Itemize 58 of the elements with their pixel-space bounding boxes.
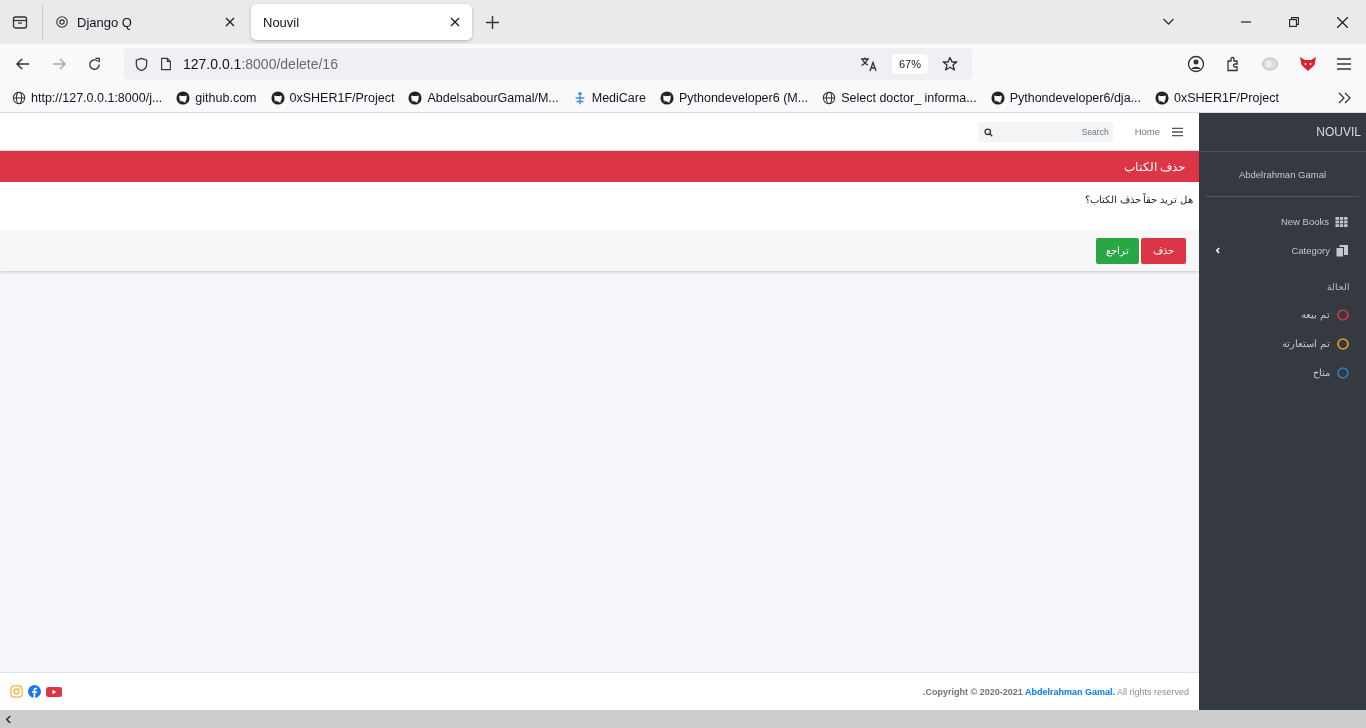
status-item[interactable]: متاح — [1199, 358, 1366, 387]
tab-favicon-icon — [55, 15, 69, 29]
browser-tab[interactable]: Nouvil — [251, 4, 472, 40]
url-text: 127.0.0.1:8000/delete/16 — [183, 56, 338, 72]
tab-title: Nouvil — [263, 14, 301, 30]
close-icon[interactable] — [450, 17, 460, 27]
close-icon[interactable] — [225, 17, 235, 27]
video-play-icon[interactable] — [46, 685, 62, 698]
tab-overview-icon[interactable] — [12, 14, 28, 30]
brand-name[interactable]: NOUVIL — [1199, 113, 1366, 152]
home-link[interactable]: Home — [1134, 126, 1160, 137]
bookmark-item[interactable]: github.com — [176, 91, 257, 105]
menu-icon[interactable] — [1337, 58, 1351, 70]
page-icon — [159, 57, 173, 71]
tab-title: Django Q — [77, 14, 133, 30]
reload-icon[interactable] — [87, 56, 102, 72]
bookmark-label: 0xSHER1F/Project — [289, 91, 395, 105]
horizontal-scrollbar[interactable] — [0, 710, 1366, 728]
close-window-icon[interactable] — [1337, 16, 1348, 28]
facebook-icon[interactable] — [28, 685, 41, 698]
delete-button[interactable]: حذف — [1141, 237, 1186, 264]
confirmation-text: هل تريد حقاً حذف الكتاب؟ — [1084, 194, 1193, 205]
translate-icon[interactable] — [859, 56, 878, 72]
puzzle-icon[interactable] — [1225, 56, 1241, 72]
new-tab-icon[interactable] — [486, 15, 499, 29]
user-name[interactable]: Abdelrahman Gamal — [1206, 152, 1359, 197]
more-chevrons-icon[interactable] — [1338, 92, 1352, 104]
fox-icon[interactable] — [1299, 56, 1317, 72]
star-icon[interactable] — [942, 56, 958, 72]
chevron-icon — [1215, 247, 1220, 254]
search-field[interactable]: Search — [977, 121, 1113, 142]
shield-icon[interactable] — [134, 56, 149, 72]
browser-tab[interactable]: Django Q — [42, 4, 247, 40]
bookmark-label: github.com — [195, 91, 257, 105]
bookmark-item[interactable]: MediCare — [572, 91, 646, 105]
back-arrow-icon[interactable] — [15, 56, 31, 72]
author-link[interactable]: Abdelrahman Gamal. — [1024, 686, 1115, 697]
address-bar[interactable]: 127.0.0.1:8000/delete/16 67% — [124, 48, 972, 80]
bookmark-label: MediCare — [591, 91, 646, 105]
copyright-text: .Copyright © 2020-2021 Abdelrahman Gamal. All rights reserved — [923, 686, 1189, 697]
status-item[interactable]: تم بيعه — [1199, 300, 1366, 329]
grid-icon — [1335, 216, 1348, 227]
card-title: حذف الكتاب — [1123, 159, 1185, 174]
status-heading: الحالة — [1326, 282, 1351, 294]
globe-icon — [822, 91, 837, 105]
copy-icon — [1336, 244, 1348, 257]
sidebar-menu-item[interactable]: Category — [1199, 236, 1366, 265]
tab-list-chevron-icon[interactable] — [1162, 18, 1175, 26]
bookmark-item[interactable]: 0xSHER1F/Project — [270, 91, 395, 105]
zoom-level-badge[interactable]: 67% — [891, 54, 928, 74]
globe-icon — [12, 91, 26, 105]
bookmark-label: 0xSHER1F/Project — [1174, 91, 1279, 105]
account-icon[interactable] — [1187, 55, 1205, 73]
menu-icon[interactable] — [1172, 126, 1183, 137]
sidebar-menu-item[interactable]: New Books — [1199, 207, 1366, 236]
status-item[interactable]: تم استعارته — [1199, 329, 1366, 358]
restore-icon[interactable] — [1289, 17, 1299, 27]
bookmark-item[interactable]: 0xSHER1F/Project — [1155, 91, 1279, 105]
